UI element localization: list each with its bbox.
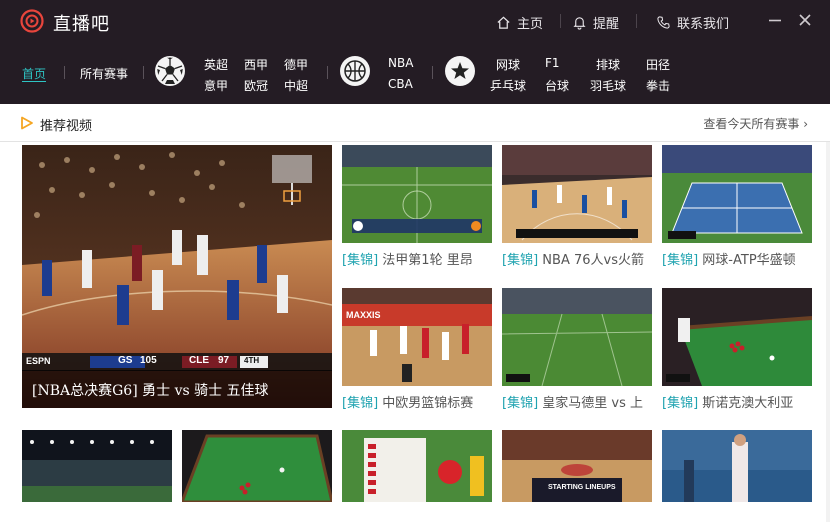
video-caption: [集锦] NBA 76人vs火箭 — [502, 249, 652, 268]
video-tag: [集锦] — [662, 396, 699, 411]
top-nav-divider — [636, 14, 637, 28]
nav-divider — [327, 66, 328, 79]
video-tile[interactable] — [662, 430, 812, 502]
nav-volleyball[interactable]: 排球 — [596, 56, 620, 73]
video-tile[interactable]: MAXXIS [集锦] 中欧男篮锦标赛 — [342, 288, 492, 418]
video-caption: [集锦] 法甲第1轮 里昂 — [342, 249, 492, 268]
video-tile[interactable]: STARTING LINEUPS — [502, 430, 652, 502]
video-title: 法甲第1轮 里昂 — [382, 253, 473, 268]
video-caption: [集锦] 中欧男篮锦标赛 — [342, 392, 492, 411]
top-nav-home-label: 主页 — [517, 16, 544, 32]
basketball-icon[interactable] — [340, 56, 370, 86]
video-thumbnail — [182, 430, 332, 502]
video-title: NBA 76人vs火箭 — [542, 253, 644, 268]
sport-nav-bar: 首页 所有赛事 英超 西甲 德甲 意甲 欧冠 中超 NBA CBA 网球 F1 … — [0, 42, 830, 104]
video-caption: [集锦] 皇家马德里 vs 上 — [502, 392, 652, 411]
video-thumbnail — [342, 430, 492, 502]
quarter-indicator: 4TH — [244, 356, 260, 365]
maxxis-banner: MAXXIS — [346, 310, 381, 320]
title-bar: 直播吧 主页 提醒 联系我们 — [0, 0, 830, 42]
app-title: 直播吧 — [53, 14, 110, 35]
video-title: 中欧男篮锦标赛 — [382, 396, 474, 411]
close-icon[interactable] — [796, 11, 814, 29]
nav-home[interactable]: 首页 — [22, 65, 46, 82]
video-thumbnail — [662, 145, 812, 243]
football-icon[interactable] — [155, 56, 185, 86]
nav-serie-a[interactable]: 意甲 — [204, 77, 228, 94]
video-tile[interactable] — [22, 430, 172, 502]
video-tag: [集锦] — [502, 396, 539, 411]
video-thumbnail — [342, 145, 492, 243]
section-title: 推荐视频 — [40, 119, 93, 134]
starting-lineups-banner: STARTING LINEUPS — [548, 484, 616, 491]
video-title: 皇家马德里 vs 上 — [542, 396, 644, 411]
video-tile[interactable] — [342, 430, 492, 502]
nav-divider — [64, 66, 65, 79]
score-home: 105 — [140, 355, 157, 366]
nav-la-liga[interactable]: 西甲 — [244, 56, 268, 73]
play-icon — [21, 116, 33, 130]
video-tile[interactable]: [集锦] NBA 76人vs火箭 — [502, 145, 652, 275]
video-tile[interactable]: [集锦] 斯诺克澳大利亚 — [662, 288, 812, 418]
nav-tennis[interactable]: 网球 — [496, 56, 520, 73]
video-thumbnail — [662, 288, 812, 386]
video-thumbnail — [502, 288, 652, 386]
nav-table-tennis[interactable]: 乒乓球 — [490, 77, 526, 94]
nav-boxing[interactable]: 拳击 — [646, 77, 670, 94]
nav-f1[interactable]: F1 — [545, 56, 560, 70]
video-thumbnail — [342, 288, 492, 386]
bell-icon — [573, 16, 586, 30]
hero-video-tile[interactable]: ESPN GS 105 CLE 97 4TH [NBA总决赛G6] 勇士 vs … — [22, 145, 332, 408]
score-team-right: CLE — [189, 355, 209, 366]
video-thumbnail — [502, 145, 652, 243]
video-title: 网球-ATP华盛顿 — [702, 253, 796, 268]
video-tile[interactable] — [182, 430, 332, 502]
minimize-icon[interactable] — [766, 11, 784, 29]
video-title: 斯诺克澳大利亚 — [702, 396, 794, 411]
app-logo-icon — [20, 9, 44, 33]
nav-cba[interactable]: CBA — [388, 77, 413, 91]
top-nav-remind-label: 提醒 — [593, 16, 620, 32]
nav-divider — [143, 66, 144, 79]
hero-caption: [NBA总决赛G6] 勇士 vs 骑士 五佳球 — [22, 370, 332, 408]
score-away: 97 — [218, 355, 230, 366]
nav-badminton[interactable]: 羽毛球 — [590, 77, 626, 94]
video-tile[interactable]: [集锦] 皇家马德里 vs 上 — [502, 288, 652, 418]
video-thumbnail — [502, 430, 652, 502]
nav-all-events[interactable]: 所有赛事 — [80, 65, 128, 82]
video-caption: [集锦] 网球-ATP华盛顿 — [662, 249, 812, 268]
nav-billiards[interactable]: 台球 — [545, 77, 569, 94]
video-thumbnail — [22, 145, 332, 408]
top-nav-remind[interactable]: 提醒 — [572, 12, 619, 32]
nav-athletics[interactable]: 田径 — [646, 56, 670, 73]
top-nav-contact-label: 联系我们 — [677, 16, 730, 32]
nav-nba[interactable]: NBA — [388, 56, 413, 70]
nav-champions-league[interactable]: 欧冠 — [244, 77, 268, 94]
video-tile[interactable]: [集锦] 网球-ATP华盛顿 — [662, 145, 812, 275]
espn-watermark: ESPN — [26, 356, 51, 366]
video-tag: [集锦] — [662, 253, 699, 268]
top-nav-contact[interactable]: 联系我们 — [656, 12, 729, 32]
home-icon — [497, 16, 510, 29]
star-icon[interactable] — [445, 56, 475, 86]
video-caption: [集锦] 斯诺克澳大利亚 — [662, 392, 812, 411]
see-all-events-link[interactable]: 查看今天所有赛事 › — [703, 115, 808, 132]
recommended-header: 推荐视频 查看今天所有赛事 › — [0, 104, 830, 142]
nav-bundesliga[interactable]: 德甲 — [284, 56, 308, 73]
top-nav-divider — [560, 14, 561, 28]
video-tile[interactable]: [集锦] 法甲第1轮 里昂 — [342, 145, 492, 275]
nav-premier-league[interactable]: 英超 — [204, 56, 228, 73]
nav-csl[interactable]: 中超 — [284, 77, 308, 94]
video-thumbnail — [662, 430, 812, 502]
video-tag: [集锦] — [342, 396, 379, 411]
video-tag: [集锦] — [342, 253, 379, 268]
score-team-left: GS — [118, 355, 133, 366]
video-tag: [集锦] — [502, 253, 539, 268]
phone-icon — [657, 15, 670, 29]
video-thumbnail — [22, 430, 172, 502]
nav-divider — [432, 66, 433, 79]
top-nav-home[interactable]: 主页 — [496, 12, 543, 32]
scrollbar[interactable] — [826, 142, 830, 522]
